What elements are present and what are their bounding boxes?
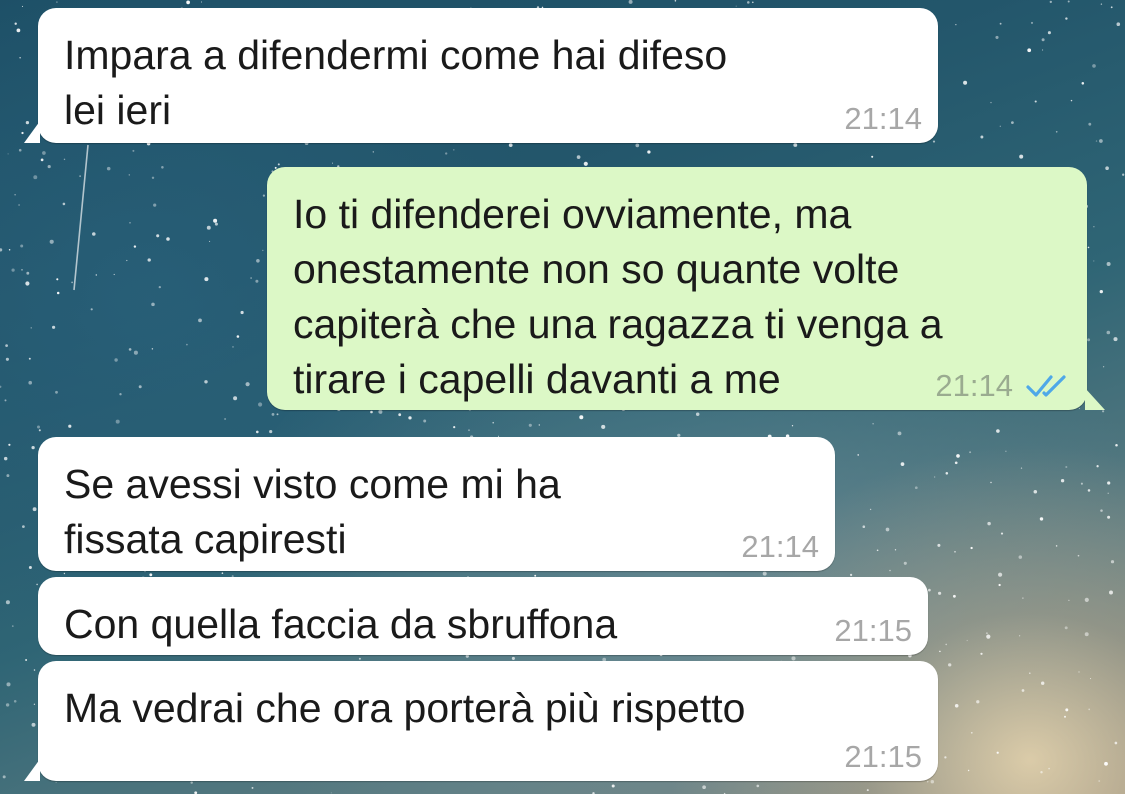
message-text: Con quella faccia da sbruffona	[64, 601, 618, 647]
message-timestamp: 21:15	[834, 613, 912, 648]
message-text: Impara a difendermi come hai difeso lei …	[64, 32, 728, 133]
message-bubble-outgoing[interactable]: Io ti difenderei ovviamente, ma onestame…	[267, 167, 1105, 410]
message-meta: 21:14	[935, 368, 1071, 404]
message-bubble-incoming[interactable]: Se avessi visto come mi ha fissata capir…	[38, 437, 835, 571]
message-bubble-incoming[interactable]: Con quella faccia da sbruffona 21:15	[38, 577, 928, 655]
message-text: Ma vedrai che ora porterà più rispetto	[64, 685, 746, 731]
message-timestamp: 21:14	[844, 101, 922, 136]
message-meta: 21:15	[844, 739, 922, 775]
bubble-tail	[24, 121, 40, 143]
message-text: Se avessi visto come mi ha fissata capir…	[64, 461, 561, 562]
message-meta: 21:15	[834, 613, 912, 649]
bubble-tail	[1085, 388, 1105, 410]
message-bubble-incoming[interactable]: Impara a difendermi come hai difeso lei …	[24, 8, 938, 143]
bubble-tail	[24, 759, 40, 781]
message-bubble-incoming[interactable]: Ma vedrai che ora porterà più rispetto 2…	[24, 661, 938, 781]
message-timestamp: 21:14	[741, 529, 819, 564]
message-meta: 21:14	[844, 101, 922, 137]
message-timestamp: 21:15	[844, 739, 922, 774]
message-meta: 21:14	[741, 529, 819, 565]
message-timestamp: 21:14	[935, 368, 1013, 403]
double-check-icon	[1025, 373, 1071, 399]
